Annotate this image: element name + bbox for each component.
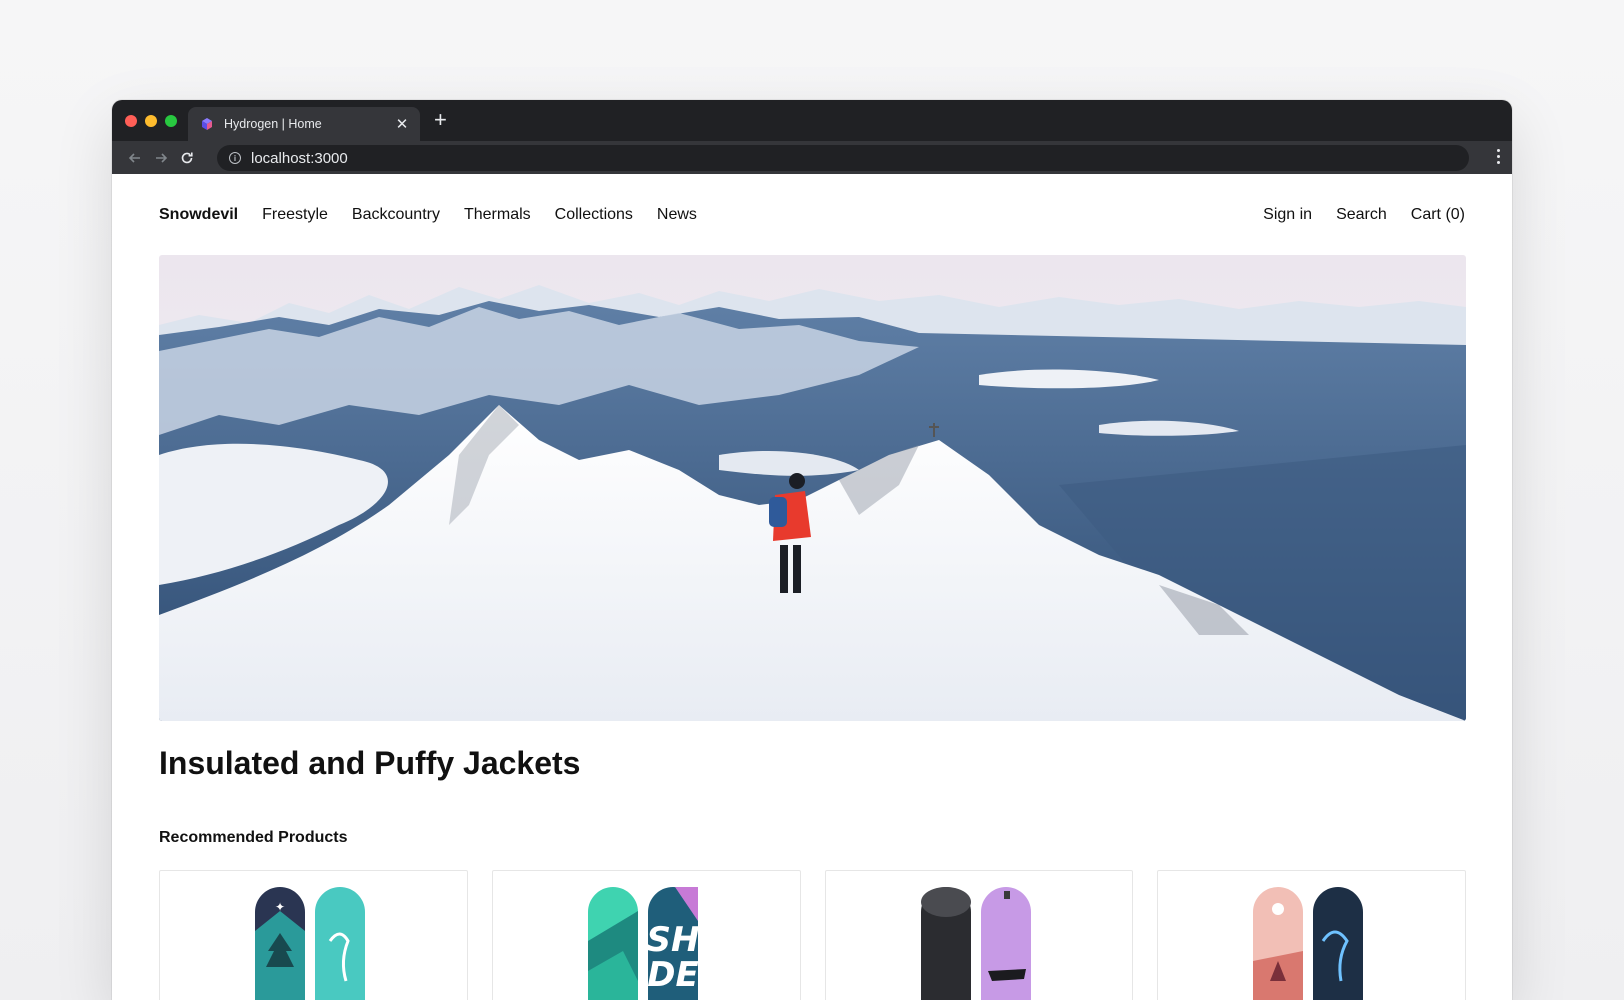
cart-link[interactable]: Cart (0) [1411, 206, 1465, 224]
product-card[interactable] [824, 870, 1134, 1000]
brand-logo-link[interactable]: Snowdevil [159, 206, 238, 224]
browser-menu-icon[interactable] [1497, 149, 1500, 164]
browser-tab[interactable]: Hydrogen | Home ✕ [188, 107, 420, 141]
nav-link-news[interactable]: News [657, 206, 697, 224]
arrow-right-icon [156, 152, 168, 163]
svg-text:SH: SH [646, 920, 699, 960]
page-headline: Insulated and Puffy Jackets [159, 745, 581, 781]
nav-link-backcountry[interactable]: Backcountry [352, 206, 440, 224]
mountain-landscape-image [159, 255, 1466, 721]
site-header: Snowdevil Freestyle Backcountry Thermals… [159, 204, 1465, 226]
maximize-window-button[interactable] [165, 115, 177, 127]
reload-icon [181, 152, 193, 163]
minimize-window-button[interactable] [145, 115, 157, 127]
product-grid: ✦ SH DE [159, 870, 1466, 1000]
url-text: localhost:3000 [251, 149, 348, 167]
close-window-button[interactable] [125, 115, 137, 127]
arrow-left-icon [128, 152, 140, 163]
product-card[interactable]: SH DE [491, 870, 801, 1000]
svg-text:✦: ✦ [275, 900, 285, 914]
site-info-icon[interactable]: i [229, 152, 241, 164]
hero-image [159, 255, 1466, 721]
recommended-products-title: Recommended Products [159, 829, 348, 846]
tab-title: Hydrogen | Home [224, 117, 322, 131]
browser-toolbar: i localhost:3000 [112, 141, 1512, 174]
new-tab-button[interactable]: + [434, 109, 447, 131]
back-button[interactable] [122, 145, 148, 171]
tab-bar: Hydrogen | Home ✕ + [112, 100, 1512, 141]
nav-link-thermals[interactable]: Thermals [464, 206, 531, 224]
hydrogen-favicon-icon [202, 118, 212, 130]
close-tab-icon[interactable]: ✕ [394, 115, 410, 133]
window-controls [125, 115, 177, 127]
address-bar[interactable]: i localhost:3000 [217, 145, 1469, 171]
product-card[interactable] [1157, 870, 1466, 1000]
svg-text:DE: DE [647, 955, 698, 995]
browser-window: Hydrogen | Home ✕ + i localhost:3000 Sno… [112, 100, 1512, 1000]
reload-button[interactable] [174, 145, 200, 171]
product-card[interactable]: ✦ [159, 870, 468, 1000]
snowboard-pair-black-lavender-image [920, 887, 1031, 1000]
snowboard-pair-mint-graphic-image: SH DE [587, 887, 699, 1000]
sign-in-link[interactable]: Sign in [1263, 206, 1312, 224]
snowboard-pair-pink-navy-image [1253, 887, 1364, 1000]
page-content: Snowdevil Freestyle Backcountry Thermals… [112, 174, 1512, 1000]
nav-link-freestyle[interactable]: Freestyle [262, 206, 328, 224]
snowboard-pair-teal-forest-image: ✦ [255, 887, 365, 1000]
nav-link-collections[interactable]: Collections [555, 206, 633, 224]
forward-button[interactable] [148, 145, 174, 171]
search-link[interactable]: Search [1336, 206, 1387, 224]
